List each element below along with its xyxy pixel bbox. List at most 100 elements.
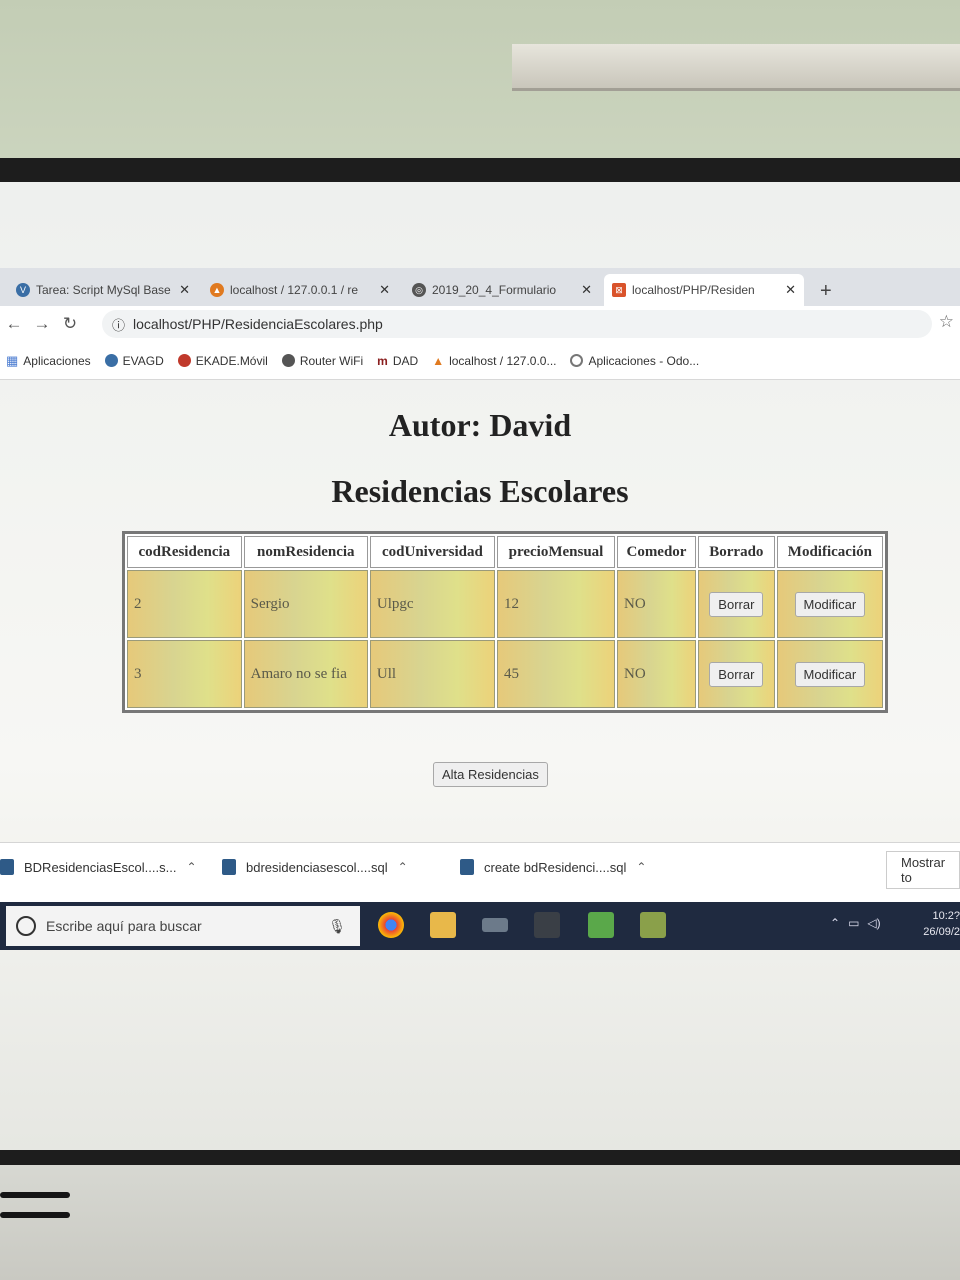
cell-comedor: NO <box>617 570 696 638</box>
document-icon[interactable] <box>588 912 614 938</box>
column-header: codResidencia <box>127 536 242 568</box>
m-logo-icon: m <box>377 353 388 368</box>
column-header: precioMensual <box>496 536 616 568</box>
moodle-icon: V <box>16 283 30 297</box>
bookmark-dad[interactable]: m DAD <box>377 354 418 368</box>
chrome-icon[interactable] <box>378 912 404 938</box>
browser-tab[interactable]: V Tarea: Script MySql Base ✕ <box>8 274 198 306</box>
network-icon[interactable]: ▭ <box>848 916 859 930</box>
cell-preciomensual: 12 <box>496 570 616 638</box>
cell-comedor: NO <box>617 640 696 708</box>
file-icon <box>0 859 14 875</box>
terminal-icon[interactable] <box>534 912 560 938</box>
cable <box>0 1192 70 1198</box>
apps-grid-icon: ▦ <box>6 352 19 368</box>
microphone-icon[interactable]: 🎙 <box>328 918 346 935</box>
app-icon[interactable] <box>482 918 508 932</box>
table-row: 2 Sergio Ulpgc 12 NO Borrar Modificar <box>127 570 883 638</box>
download-filename: BDResidenciasEscol....s... <box>24 859 177 875</box>
cell-coduniversidad: Ulpgc <box>369 570 495 638</box>
info-icon[interactable]: ⓘ <box>112 315 125 334</box>
chevron-up-icon[interactable]: ⌃ <box>398 860 408 874</box>
taskbar-search-box[interactable]: Escribe aquí para buscar 🎙 <box>6 906 360 946</box>
bookmark-label: DAD <box>392 353 419 368</box>
url-text: localhost/PHP/ResidenciaEscolares.php <box>133 316 383 332</box>
clock-time: 10:2? <box>932 910 960 922</box>
globe-icon <box>177 354 191 367</box>
bookmark-ekade[interactable]: EKADE.Móvil <box>177 353 268 368</box>
add-residencia-button[interactable]: Alta Residencias <box>433 762 548 787</box>
page-content: Autor: David Residencias Escolares codRe… <box>0 381 960 831</box>
browser-tab-active[interactable]: ⊠ localhost/PHP/Residen ✕ <box>604 274 804 306</box>
bookmark-aplicaciones[interactable]: ▦ Aplicaciones <box>6 353 91 369</box>
column-header: nomResidencia <box>243 536 368 568</box>
edit-button[interactable]: Modificar <box>794 661 866 687</box>
taskbar-clock[interactable]: 10:2? 26/09/2 <box>910 908 960 940</box>
bookmark-star-icon[interactable]: ☆ <box>939 312 954 332</box>
phpmyadmin-icon: ▲ <box>210 283 224 297</box>
page-title: Residencias Escolares <box>331 473 629 509</box>
volume-icon[interactable]: ◁) <box>867 916 880 930</box>
browser-tab-strip: V Tarea: Script MySql Base ✕ ▲ localhost… <box>0 268 960 306</box>
close-tab-icon[interactable]: ✕ <box>379 282 390 298</box>
address-bar[interactable]: ⓘ localhost/PHP/ResidenciaEscolares.php <box>102 310 932 338</box>
bookmark-label: Router WiFi <box>299 353 364 368</box>
downloads-bar: BDResidenciasEscol....s... ⌃ bdresidenci… <box>0 842 960 903</box>
download-filename: bdresidenciasescol....sql <box>246 859 388 875</box>
document-icon[interactable] <box>640 912 666 938</box>
cell-borrado: Borrar <box>697 570 775 638</box>
windows-taskbar: Escribe aquí para buscar 🎙 ⌃ ▭ ◁) 10:2? … <box>0 902 960 950</box>
close-tab-icon[interactable]: ✕ <box>179 282 190 298</box>
download-item[interactable]: create bdResidenci....sql ⌃ <box>460 859 646 875</box>
file-explorer-icon[interactable] <box>430 912 456 938</box>
browser-tab[interactable]: ◎ 2019_20_4_Formulario ✕ <box>404 274 600 306</box>
bookmark-evagd[interactable]: EVAGD <box>104 353 164 368</box>
phpmyadmin-icon: ▲ <box>432 353 445 368</box>
bookmark-label: Aplicaciones <box>23 353 91 368</box>
bookmark-label: EKADE.Móvil <box>195 353 268 368</box>
file-icon <box>222 859 236 875</box>
bookmark-label: EVAGD <box>122 353 164 368</box>
globe-icon <box>281 354 295 367</box>
author-heading: Autor: David <box>388 407 572 443</box>
delete-button[interactable]: Borrar <box>709 591 764 617</box>
chevron-up-icon[interactable]: ⌃ <box>830 916 840 930</box>
browser-tab[interactable]: ▲ localhost / 127.0.0.1 / re ✕ <box>202 274 398 306</box>
chevron-up-icon[interactable]: ⌃ <box>636 860 646 874</box>
background-floor <box>0 1165 960 1280</box>
reload-icon[interactable]: ↻ <box>56 314 84 334</box>
cell-codresidencia: 2 <box>127 570 242 638</box>
browser-toolbar: ← → ↻ ⓘ localhost/PHP/ResidenciaEscolare… <box>0 306 960 342</box>
globe-icon: ◎ <box>412 283 426 297</box>
edit-button[interactable]: Modificar <box>794 591 866 617</box>
new-tab-button[interactable]: + <box>820 280 832 303</box>
download-item[interactable]: BDResidenciasEscol....s... ⌃ <box>0 859 197 875</box>
cell-coduniversidad: Ull <box>369 640 495 708</box>
close-tab-icon[interactable]: ✕ <box>785 282 796 298</box>
close-tab-icon[interactable]: ✕ <box>581 282 592 298</box>
chevron-up-icon[interactable]: ⌃ <box>186 860 196 874</box>
cell-nomresidencia: Sergio <box>243 570 368 638</box>
file-icon <box>460 859 474 875</box>
download-item[interactable]: bdresidenciasescol....sql ⌃ <box>222 859 408 875</box>
search-placeholder: Escribe aquí para buscar <box>46 918 202 934</box>
bookmark-label: localhost / 127.0.0... <box>449 353 557 368</box>
tab-title: 2019_20_4_Formulario <box>432 283 557 297</box>
clock-date: 26/09/2 <box>923 926 960 938</box>
bookmark-odoo[interactable]: Aplicaciones - Odo... <box>570 354 699 368</box>
cable <box>0 1212 70 1218</box>
column-header: codUniversidad <box>369 536 495 568</box>
delete-button[interactable]: Borrar <box>709 661 764 687</box>
bookmark-router[interactable]: Router WiFi <box>281 353 364 368</box>
table-row: 3 Amaro no se fia Ull 45 NO Borrar Modif… <box>127 640 883 708</box>
back-arrow-icon[interactable]: ← <box>0 314 28 334</box>
cortana-circle-icon <box>16 916 36 936</box>
bookmark-localhost[interactable]: ▲ localhost / 127.0.0... <box>432 354 556 368</box>
residencias-table: codResidencia nomResidencia codUniversid… <box>122 531 888 713</box>
projected-display: V Tarea: Script MySql Base ✕ ▲ localhost… <box>0 182 960 1150</box>
forward-arrow-icon[interactable]: → <box>28 314 56 334</box>
show-all-button[interactable]: Mostrar to <box>886 851 960 889</box>
cell-borrado: Borrar <box>697 640 775 708</box>
download-filename: create bdResidenci....sql <box>484 859 627 875</box>
xampp-icon: ⊠ <box>612 283 626 297</box>
